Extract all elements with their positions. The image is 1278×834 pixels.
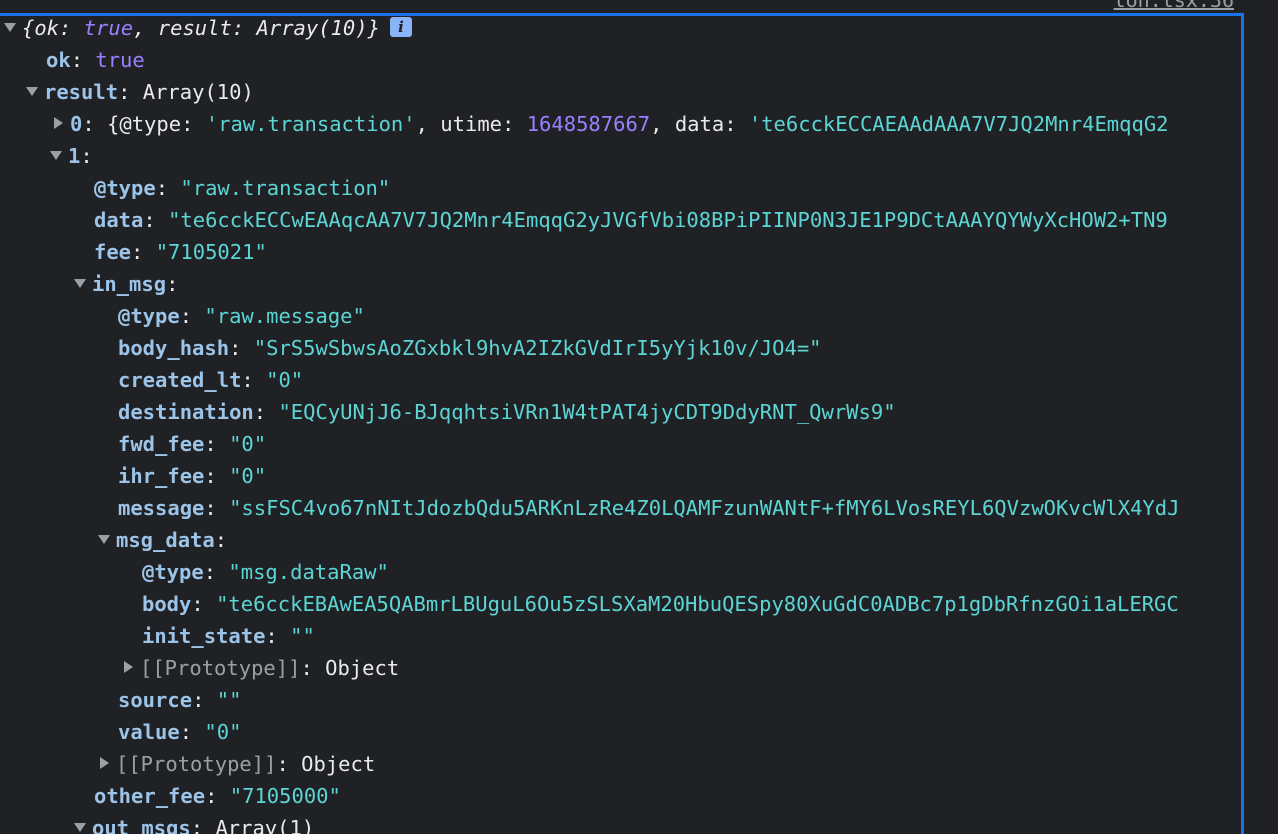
property-key: message: [118, 496, 205, 520]
property-value: "te6cckEBAwEA5QABmrLBUguL6Ou5zSLSXaM20Hb…: [216, 592, 1179, 616]
property-key: @type: [142, 560, 204, 584]
property-value: "0": [229, 432, 267, 456]
triangle-down-icon[interactable]: [74, 278, 86, 288]
preview-value: 'te6cckECCAEAAdAAA7V7JQ2Mnr4EmqqG2: [748, 112, 1169, 136]
preview-key: utime: [440, 112, 503, 136]
property-key: body_hash: [118, 336, 230, 360]
array-index: 1: [68, 144, 81, 168]
preview-key: data: [674, 112, 725, 136]
property-key: body: [142, 592, 192, 616]
property-key: source: [118, 688, 193, 712]
property-key: other_fee: [94, 784, 206, 808]
property-value: "7105021": [155, 240, 267, 264]
triangle-down-icon[interactable]: [26, 86, 38, 96]
tree-row-type: @type: "raw.transaction": [94, 176, 391, 200]
property-value: "SrS5wSbwsAoZGxbkl9hvA2IZkGVdIrI5yYjk10v…: [253, 336, 822, 360]
property-key: fee: [94, 240, 132, 264]
property-key: fwd_fee: [118, 432, 205, 456]
tree-row-message: message: "ssFSC4vo67nNItJdozbQdu5ARKnLzR…: [118, 496, 1180, 520]
property-value: "": [216, 688, 242, 712]
source-file-link[interactable]: ton.tsx:36: [1114, 0, 1234, 12]
property-key: [[Prototype]]: [140, 656, 301, 680]
property-key: destination: [118, 400, 254, 424]
property-key: value: [118, 720, 180, 744]
tree-row-fee: fee: "7105021": [94, 240, 267, 264]
tree-row-in-msg-prototype[interactable]: [[Prototype]]: Object: [0, 748, 1244, 780]
tree-row-out-msgs[interactable]: out_msgs: Array(1): [0, 812, 1244, 834]
triangle-down-icon[interactable]: [4, 22, 16, 32]
tree-row-value: value: "0": [118, 720, 242, 744]
preview-value: 1648587667: [526, 112, 651, 136]
tree-row-source: source: "": [118, 688, 242, 712]
property-value: "te6cckECCwEAAqcAA7V7JQ2Mnr4EmqqG2yJVGfV…: [168, 208, 1168, 232]
property-value: "7105000": [229, 784, 341, 808]
property-value: "raw.message": [204, 304, 365, 328]
property-value: Array(10): [142, 80, 254, 104]
property-key: result: [44, 80, 119, 104]
property-value: "0": [204, 720, 242, 744]
console-object-tree: {ok: true, result: Array(10)} i ok: true …: [0, 12, 1244, 834]
tree-row-in-msg-type: @type: "raw.message": [118, 304, 365, 328]
array-index: 0: [70, 112, 83, 136]
tree-row-other-fee: other_fee: "7105000": [94, 784, 341, 808]
property-key: @type: [118, 304, 180, 328]
tree-row-init-state: init_state: "": [142, 624, 315, 648]
triangle-down-icon[interactable]: [50, 150, 62, 160]
tree-row-destination: destination: "EQCyUNjJ6-BJqqhtsiVRn1W4tP…: [118, 400, 896, 424]
preview-value: 'raw.transaction': [205, 112, 416, 136]
property-value: "0": [229, 464, 267, 488]
tree-row-data: data: "te6cckECCwEAAqcAA7V7JQ2Mnr4EmqqG2…: [94, 208, 1168, 232]
property-key: ok: [46, 48, 71, 72]
property-value: "ssFSC4vo67nNItJdozbQdu5ARKnLzRe4Z0LQAMF…: [229, 496, 1180, 520]
tree-row-item-1[interactable]: 1:: [0, 140, 1244, 172]
tree-row-root[interactable]: {ok: true, result: Array(10)} i: [0, 12, 1244, 44]
property-key: created_lt: [118, 368, 242, 392]
preview-key: @type: [119, 112, 182, 136]
triangle-down-icon[interactable]: [98, 534, 110, 544]
tree-row-in-msg[interactable]: in_msg:: [0, 268, 1244, 300]
tree-row-fwd-fee: fwd_fee: "0": [118, 432, 267, 456]
property-key: [[Prototype]]: [116, 752, 277, 776]
property-value: "": [290, 624, 315, 648]
triangle-down-icon[interactable]: [74, 822, 86, 832]
tree-row-result[interactable]: result: Array(10): [0, 76, 1244, 108]
tree-row-body-hash: body_hash: "SrS5wSbwsAoZGxbkl9hvA2IZkGVd…: [118, 336, 822, 360]
property-value: "raw.transaction": [180, 176, 391, 200]
tree-row-ok: ok: true: [46, 48, 145, 72]
tree-row-ihr-fee: ihr_fee: "0": [118, 464, 267, 488]
property-value: true: [95, 48, 145, 72]
property-key: init_state: [142, 624, 266, 648]
triangle-right-icon[interactable]: [54, 117, 63, 129]
property-value: "0": [266, 368, 304, 392]
tree-row-msg-data-type: @type: "msg.dataRaw": [142, 560, 389, 584]
info-icon[interactable]: i: [389, 17, 412, 37]
tree-row-body: body: "te6cckEBAwEA5QABmrLBUguL6Ou5zSLSX…: [142, 592, 1179, 616]
property-value: Object: [325, 656, 400, 680]
property-value: Array(1): [215, 816, 315, 834]
property-key: in_msg: [92, 272, 167, 296]
property-key: msg_data: [116, 528, 215, 552]
property-key: out_msgs: [92, 816, 191, 834]
tree-row-msg-data[interactable]: msg_data:: [0, 524, 1244, 556]
property-value: Object: [301, 752, 376, 776]
triangle-right-icon[interactable]: [124, 661, 133, 673]
tree-row-msg-data-prototype[interactable]: [[Prototype]]: Object: [0, 652, 1244, 684]
property-key: data: [94, 208, 144, 232]
object-summary: {ok: true, result: Array(10)}: [22, 16, 380, 40]
triangle-right-icon[interactable]: [100, 757, 109, 769]
property-value: "msg.dataRaw": [228, 560, 389, 584]
property-key: @type: [94, 176, 156, 200]
property-key: ihr_fee: [118, 464, 205, 488]
property-value: "EQCyUNjJ6-BJqqhtsiVRn1W4tPAT4jyCDT9DdyR…: [278, 400, 896, 424]
tree-row-created-lt: created_lt: "0": [118, 368, 304, 392]
tree-row-item-0[interactable]: 0: {@type: 'raw.transaction', utime: 164…: [0, 108, 1244, 140]
